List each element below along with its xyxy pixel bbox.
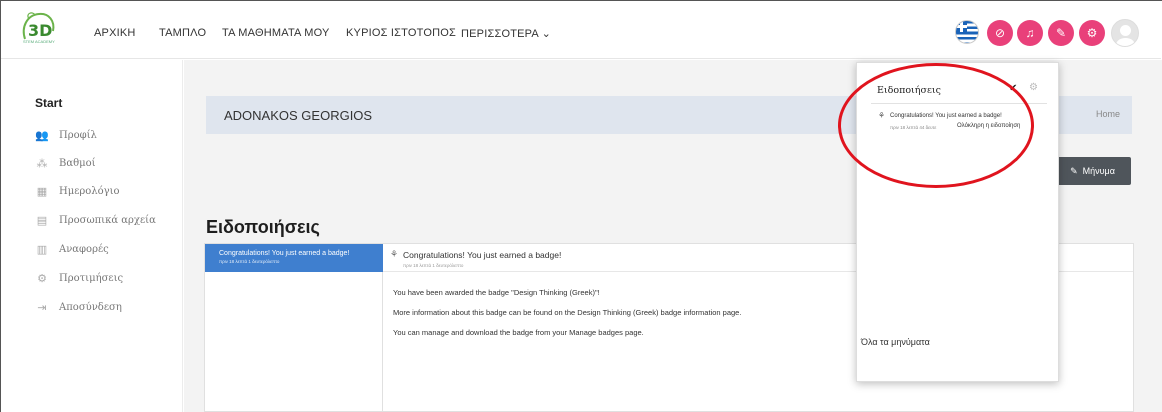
sidebar-item-profile[interactable]: 👥 Προφίλ <box>35 126 97 144</box>
highlight-circle <box>838 63 1034 188</box>
list-item[interactable]: Congratulations! You just earned a badge… <box>205 244 383 272</box>
notification-list: Congratulations! You just earned a badge… <box>205 244 383 412</box>
gear-icon[interactable]: ⚙ <box>1029 82 1038 93</box>
notification-line: More information about this badge can be… <box>393 308 742 317</box>
sidebar-item-label: Βαθμοί <box>59 157 96 169</box>
message-button[interactable]: ✎ Μήνυμα <box>1054 157 1131 185</box>
sidebar-item-reports[interactable]: ▥ Αναφορές <box>35 240 109 258</box>
logo-subtitle: STEM ACADEMY <box>23 39 55 44</box>
page-title: Ειδοποιήσεις <box>206 217 320 237</box>
file-icon: ▤ <box>36 213 48 227</box>
notification-detail-time: πριν 18 λεπτά 1 δευτερόλεπτο <box>403 263 464 268</box>
nav-main-site[interactable]: ΚΥΡΙΟΣ ΙΣΤΟΤΟΠΟΣ <box>346 27 456 39</box>
see-all-messages-link[interactable]: Όλα τα μηνύματα <box>861 337 930 347</box>
sidebar-item-calendar[interactable]: ▦ Ημερολόγιο <box>35 182 120 200</box>
grades-icon: ⁂ <box>36 156 48 170</box>
gear-icon[interactable]: ⚙ <box>1079 20 1105 46</box>
nav-more[interactable]: ΠΕΡΙΣΣΟΤΕΡΑ ⌄ <box>461 27 551 40</box>
sidebar-item-label: Προτιμήσεις <box>59 272 124 284</box>
comment-icon[interactable]: ✎ <box>1048 20 1074 46</box>
logout-icon: ⇥ <box>37 300 47 314</box>
notification-detail-title: Congratulations! You just earned a badge… <box>403 250 562 260</box>
sidebar-item-label: Ημερολόγιο <box>59 185 120 197</box>
list-item-title: Congratulations! You just earned a badge… <box>219 250 350 257</box>
preferences-icon: ⚙ <box>37 271 47 285</box>
sidebar: Start 👥 Προφίλ ⁂ Βαθμοί ▦ Ημερολόγιο ▤ Π… <box>1 60 183 412</box>
sidebar-item-logout[interactable]: ⇥ Αποσύνδεση <box>35 298 122 316</box>
notification-line: You can manage and download the badge fr… <box>393 328 644 337</box>
sidebar-item-label: Αποσύνδεση <box>59 301 122 313</box>
message-button-label: Μήνυμα <box>1082 166 1115 176</box>
sidebar-item-preferences[interactable]: ⚙ Προτιμήσεις <box>35 269 123 287</box>
avatar[interactable] <box>1111 19 1139 47</box>
sidebar-title: Start <box>35 96 63 110</box>
logo-text: 3D <box>28 21 52 40</box>
eye-slash-icon[interactable]: ⊘ <box>987 20 1013 46</box>
breadcrumb-home[interactable]: Home <box>1096 109 1120 119</box>
profile-icon: 👥 <box>35 128 49 142</box>
user-name: ADONAKOS GEORGIOS <box>224 108 373 123</box>
sidebar-item-label: Προφίλ <box>59 129 97 141</box>
sidebar-item-grades[interactable]: ⁂ Βαθμοί <box>35 154 96 172</box>
notification-line: You have been awarded the badge "Design … <box>393 288 600 297</box>
reports-icon: ▥ <box>36 242 48 256</box>
nav-home[interactable]: ΑΡΧΙΚΗ <box>94 27 136 39</box>
sidebar-item-files[interactable]: ▤ Προσωπικά αρχεία <box>35 211 156 229</box>
nav-dashboard[interactable]: ΤΑΜΠΛΟ <box>159 27 206 39</box>
sidebar-item-label: Προσωπικά αρχεία <box>59 214 156 226</box>
nav-my-courses[interactable]: ΤΑ ΜΑΘΗΜΑΤΑ ΜΟΥ <box>222 27 330 39</box>
badge-icon: ⚘ <box>390 249 399 259</box>
calendar-icon: ▦ <box>36 184 48 198</box>
list-item-time: πριν 18 λεπτά 1 δευτερόλεπτο <box>219 259 280 264</box>
greek-flag-icon[interactable] <box>955 20 979 44</box>
sidebar-item-label: Αναφορές <box>59 243 109 255</box>
comment-icon: ✎ <box>1070 165 1078 176</box>
top-navigation: 3D STEM ACADEMY ΑΡΧΙΚΗ ΤΑΜΠΛΟ ΤΑ ΜΑΘΗΜΑΤ… <box>1 1 1161 59</box>
bell-icon[interactable]: ♫ <box>1017 20 1043 46</box>
